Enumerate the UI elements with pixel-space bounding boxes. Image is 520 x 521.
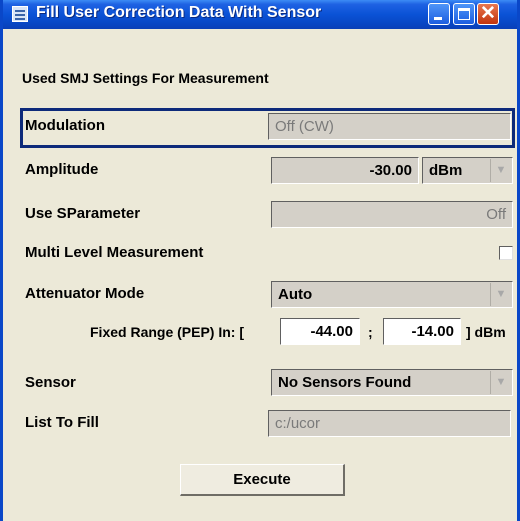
amplitude-input[interactable]: -30.00 [271, 157, 419, 184]
modulation-label: Modulation [25, 117, 105, 134]
title-bar[interactable]: Fill User Correction Data With Sensor ✕ [3, 0, 517, 29]
attenuator-mode-label: Attenuator Mode [25, 285, 145, 302]
fixed-range-separator: ; [368, 324, 373, 340]
chevron-down-icon[interactable]: ▼ [490, 159, 511, 182]
use-sparameter-label: Use SParameter [25, 205, 141, 222]
attenuator-mode-select[interactable]: Auto ▼ [271, 281, 513, 308]
chevron-down-icon[interactable]: ▼ [490, 283, 511, 306]
list-to-fill-label: List To Fill [25, 414, 99, 431]
fixed-range-max-input[interactable]: -14.00 [383, 318, 461, 345]
amplitude-unit-select[interactable]: dBm ▼ [422, 157, 513, 184]
modulation-field[interactable]: Off (CW) [268, 113, 511, 140]
sensor-value: No Sensors Found [278, 374, 412, 391]
multi-level-checkbox[interactable] [499, 246, 513, 260]
section-title: Used SMJ Settings For Measurement [22, 70, 269, 86]
amplitude-label: Amplitude [25, 161, 99, 178]
window-menu-icon[interactable] [12, 6, 28, 22]
close-button[interactable]: ✕ [477, 3, 499, 25]
minimize-icon [434, 17, 442, 20]
fixed-range-label: Fixed Range (PEP) In: [ [90, 324, 245, 340]
window-title: Fill User Correction Data With Sensor [36, 4, 322, 21]
amplitude-unit-value: dBm [429, 162, 463, 179]
execute-button[interactable]: Execute [180, 464, 345, 496]
maximize-button[interactable] [453, 3, 475, 25]
attenuator-mode-value: Auto [278, 286, 313, 303]
fixed-range-unit: ] dBm [466, 324, 506, 340]
use-sparameter-field[interactable]: Off [271, 201, 513, 228]
sensor-select[interactable]: No Sensors Found ▼ [271, 369, 513, 396]
chevron-down-icon[interactable]: ▼ [490, 371, 511, 394]
maximize-icon [458, 8, 470, 20]
sensor-label: Sensor [25, 374, 76, 391]
dialog-window: Fill User Correction Data With Sensor ✕ … [0, 0, 520, 521]
minimize-button[interactable] [428, 3, 450, 25]
fixed-range-min-input[interactable]: -44.00 [280, 318, 360, 345]
list-to-fill-field[interactable]: c:/ucor [268, 410, 511, 437]
close-icon: ✕ [480, 3, 496, 24]
multi-level-label: Multi Level Measurement [25, 244, 204, 261]
